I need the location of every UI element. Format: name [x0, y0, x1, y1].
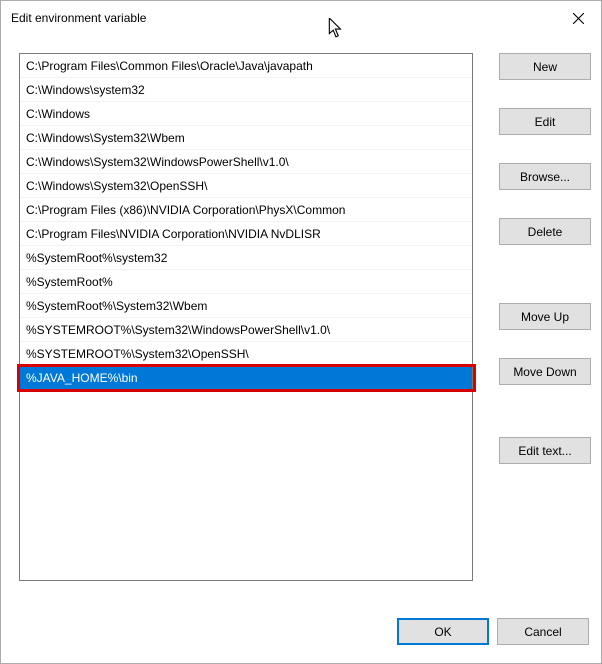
path-list-item[interactable]: C:\Windows\System32\WindowsPowerShell\v1…	[20, 150, 472, 174]
dialog-content: C:\Program Files\Common Files\Oracle\Jav…	[1, 35, 601, 618]
new-button[interactable]: New	[499, 53, 591, 80]
path-list-item[interactable]: %SystemRoot%\system32	[20, 246, 472, 270]
path-list-item[interactable]: C:\Program Files\NVIDIA Corporation\NVID…	[20, 222, 472, 246]
titlebar: Edit environment variable	[1, 1, 601, 35]
close-button[interactable]	[555, 1, 601, 35]
path-list-item[interactable]: C:\Windows	[20, 102, 472, 126]
mouse-cursor-icon	[328, 18, 344, 38]
path-list-item[interactable]: C:\Windows\system32	[20, 78, 472, 102]
browse-button[interactable]: Browse...	[499, 163, 591, 190]
edit-env-var-dialog: Edit environment variable C:\Program Fil…	[0, 0, 602, 664]
close-icon	[573, 13, 584, 24]
path-list-item[interactable]: %SystemRoot%\System32\Wbem	[20, 294, 472, 318]
path-list-item[interactable]: %SystemRoot%	[20, 270, 472, 294]
path-list-item[interactable]: %JAVA_HOME%\bin	[20, 366, 472, 390]
path-listbox[interactable]: C:\Program Files\Common Files\Oracle\Jav…	[19, 53, 473, 581]
path-list-item[interactable]: C:\Windows\System32\OpenSSH\	[20, 174, 472, 198]
list-wrap: C:\Program Files\Common Files\Oracle\Jav…	[19, 53, 487, 608]
dialog-footer: OK Cancel	[1, 618, 601, 663]
path-list-item[interactable]: %SYSTEMROOT%\System32\WindowsPowerShell\…	[20, 318, 472, 342]
move-down-button[interactable]: Move Down	[499, 358, 591, 385]
window-title: Edit environment variable	[11, 11, 555, 25]
side-buttons: New Edit Browse... Delete Move Up Move D…	[499, 53, 591, 608]
ok-button[interactable]: OK	[397, 618, 489, 645]
path-list-item[interactable]: C:\Program Files (x86)\NVIDIA Corporatio…	[20, 198, 472, 222]
delete-button[interactable]: Delete	[499, 218, 591, 245]
edit-button[interactable]: Edit	[499, 108, 591, 135]
edit-text-button[interactable]: Edit text...	[499, 437, 591, 464]
cancel-button[interactable]: Cancel	[497, 618, 589, 645]
path-list-item[interactable]: %SYSTEMROOT%\System32\OpenSSH\	[20, 342, 472, 366]
path-list-item[interactable]: C:\Program Files\Common Files\Oracle\Jav…	[20, 54, 472, 78]
path-list-item[interactable]: C:\Windows\System32\Wbem	[20, 126, 472, 150]
move-up-button[interactable]: Move Up	[499, 303, 591, 330]
